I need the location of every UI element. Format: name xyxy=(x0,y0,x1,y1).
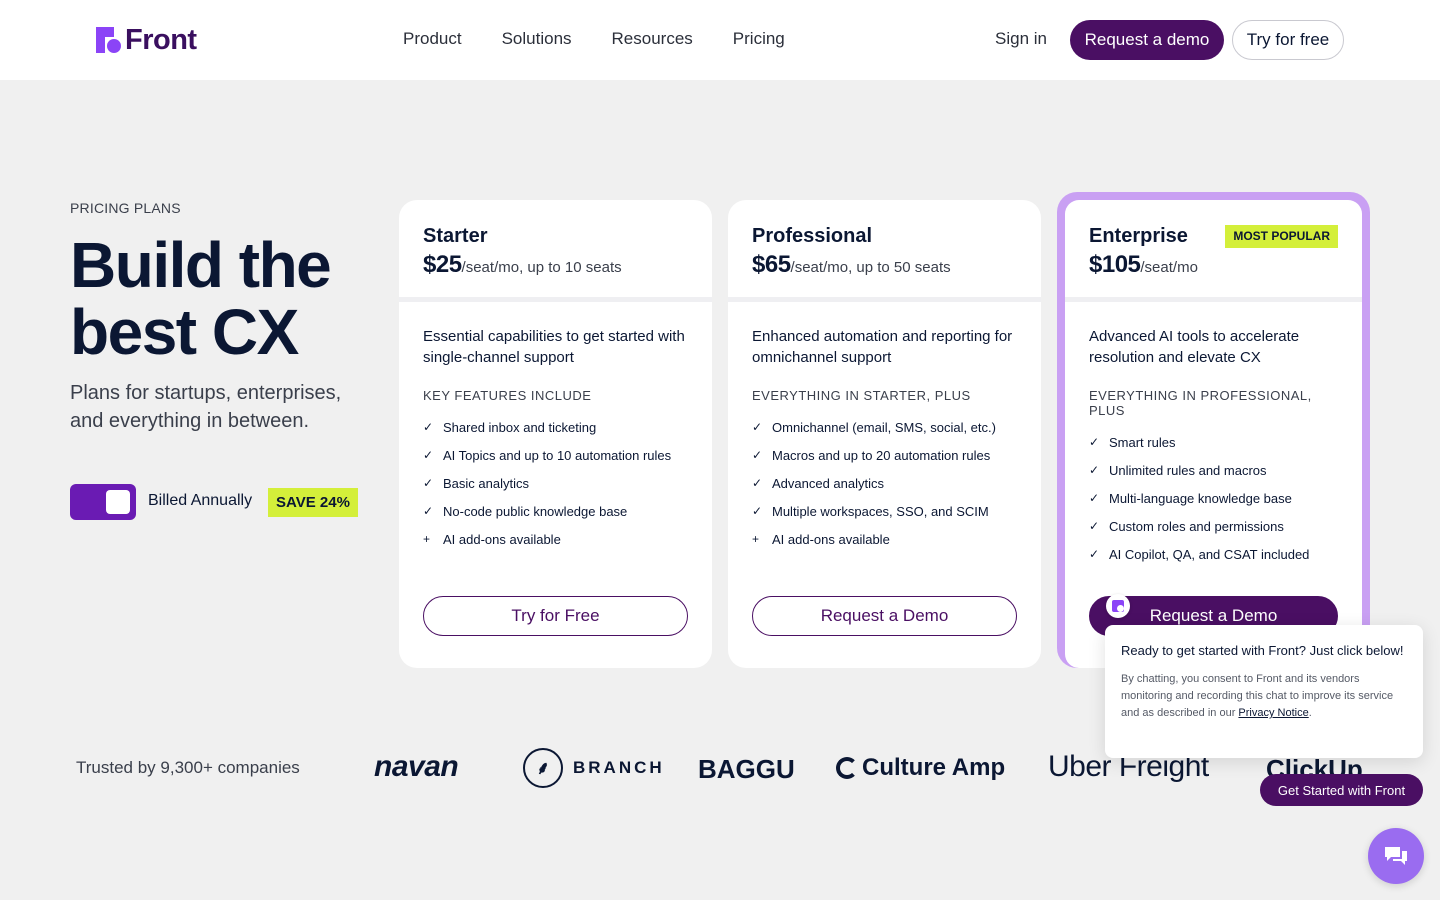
feature-item: ✓ Basic analytics xyxy=(423,475,529,491)
feature-item: ✓ Custom roles and permissions xyxy=(1089,518,1284,534)
feature-list: ✓ Omnichannel (email, SMS, social, etc.) … xyxy=(752,413,1017,553)
navan-logo: navan xyxy=(374,750,459,783)
feature-list: ✓ Smart rules ✓ Unlimited rules and macros… xyxy=(1089,428,1338,568)
culture-amp-logo: Culture Amp xyxy=(836,754,1005,782)
plus-icon: + xyxy=(423,532,431,546)
privacy-notice-link[interactable]: Privacy Notice xyxy=(1238,707,1308,719)
chat-consent: By chatting, you consent to Front and it… xyxy=(1121,673,1394,719)
feature-item: ✓ AI Topics and up to 10 automation rules xyxy=(423,447,672,463)
chat-popup: Ready to get started with Front? Just cl… xyxy=(1105,625,1423,758)
save-badge: SAVE 24% xyxy=(268,488,358,517)
chat-bubbles-icon xyxy=(1385,847,1407,865)
front-logo-icon xyxy=(1112,600,1124,612)
chat-message: Ready to get started with Front? Just cl… xyxy=(1121,643,1404,658)
check-icon: ✓ xyxy=(423,476,434,490)
features-heading: EVERYTHING IN PROFESSIONAL, PLUS xyxy=(1089,388,1312,418)
billing-label: Billed Annually xyxy=(148,492,253,509)
request-demo-button[interactable]: Request a demo xyxy=(1070,20,1224,60)
feature-item: ✓ Unlimited rules and macros xyxy=(1089,462,1267,478)
feature-item: + AI add-ons available xyxy=(423,531,561,547)
chat-avatar xyxy=(1106,594,1130,618)
check-icon: ✓ xyxy=(752,476,763,490)
pricing-eyebrow: PRICING PLANS xyxy=(70,200,181,216)
front-logo[interactable]: Front xyxy=(96,24,197,56)
check-icon: ✓ xyxy=(1089,519,1100,533)
billing-toggle[interactable] xyxy=(70,484,136,520)
sign-in-link[interactable]: Sign in xyxy=(995,28,1047,50)
try-free-button[interactable]: Try for free xyxy=(1232,20,1344,60)
plan-description: Essential capabilities to get started wi… xyxy=(423,328,685,366)
plan-header: Starter $25 /seat/mo, up to 10 seats xyxy=(399,200,712,302)
chat-launcher-button[interactable] xyxy=(1368,828,1424,884)
feature-item: ✓ Shared inbox and ticketing xyxy=(423,419,597,435)
culture-amp-mark-icon xyxy=(836,757,858,779)
plan-header: Enterprise $105 /seat/mo MOST POPULAR xyxy=(1065,200,1362,302)
plan-price: $105 xyxy=(1089,251,1141,278)
front-logo-icon xyxy=(96,27,122,53)
check-icon: ✓ xyxy=(1089,463,1100,477)
check-icon: ✓ xyxy=(752,420,763,434)
plus-icon: + xyxy=(752,532,760,546)
check-icon: ✓ xyxy=(423,504,434,518)
features-heading: EVERYTHING IN STARTER, PLUS xyxy=(752,388,971,403)
nav-links: Product Solutions Resources Pricing xyxy=(403,28,785,50)
feature-item: ✓ AI Copilot, QA, and CSAT included xyxy=(1089,546,1310,562)
plan-name: Professional xyxy=(752,225,873,247)
most-popular-badge: MOST POPULAR xyxy=(1225,225,1338,248)
feature-item: ✓ No-code public knowledge base xyxy=(423,503,628,519)
toggle-knob xyxy=(106,490,130,514)
check-icon: ✓ xyxy=(1089,435,1100,449)
logo-text: Front xyxy=(125,24,197,56)
feature-item: ✓ Smart rules xyxy=(1089,434,1176,450)
plan-description: Advanced AI tools to accelerate resoluti… xyxy=(1089,328,1300,366)
plan-description: Enhanced automation and reporting for om… xyxy=(752,328,1013,366)
baggu-logo: BAGGU xyxy=(698,754,795,784)
feature-item: ✓ Macros and up to 20 automation rules xyxy=(752,447,991,463)
branch-tree-icon: ⸙ xyxy=(523,748,563,788)
check-icon: ✓ xyxy=(423,420,434,434)
plan-price-unit: /seat/mo xyxy=(1140,259,1198,276)
branch-logo: ⸙ BRANCH xyxy=(523,748,665,788)
page-subtitle: Plans for startups, enterprises, and eve… xyxy=(70,382,342,432)
page-title: Build the best CX xyxy=(70,229,332,368)
check-icon: ✓ xyxy=(423,448,434,462)
check-icon: ✓ xyxy=(752,504,763,518)
check-icon: ✓ xyxy=(1089,491,1100,505)
feature-list: ✓ Shared inbox and ticketing ✓ AI Topics a… xyxy=(423,413,688,553)
check-icon: ✓ xyxy=(752,448,763,462)
feature-item: ✓ Multiple workspaces, SSO, and SCIM xyxy=(752,503,989,519)
plan-price: $25 xyxy=(423,251,462,278)
request-demo-professional-button[interactable]: Request a Demo xyxy=(752,596,1017,636)
top-nav: Front Product Solutions Resources Pricin… xyxy=(0,0,1440,80)
feature-item: ✓ Omnichannel (email, SMS, social, etc.) xyxy=(752,419,996,435)
nav-link-pricing[interactable]: Pricing xyxy=(733,28,785,50)
get-started-chat-button[interactable]: Get Started with Front xyxy=(1260,774,1423,806)
plan-price-unit: /seat/mo, up to 10 seats xyxy=(461,259,622,276)
check-icon: ✓ xyxy=(1089,547,1100,561)
feature-item: + AI add-ons available xyxy=(752,531,890,547)
nav-link-resources[interactable]: Resources xyxy=(612,28,693,50)
plan-card-starter: Starter $25 /seat/mo, up to 10 seats Ess… xyxy=(399,200,712,668)
feature-item: ✓ Advanced analytics xyxy=(752,475,885,491)
nav-link-product[interactable]: Product xyxy=(403,28,462,50)
plan-price-unit: /seat/mo, up to 50 seats xyxy=(790,259,951,276)
nav-link-solutions[interactable]: Solutions xyxy=(502,28,572,50)
plan-price: $65 xyxy=(752,251,791,278)
features-heading: KEY FEATURES INCLUDE xyxy=(423,388,592,403)
plan-card-professional: Professional $65 /seat/mo, up to 50 seat… xyxy=(728,200,1041,668)
plan-header: Professional $65 /seat/mo, up to 50 seat… xyxy=(728,200,1041,302)
try-for-free-button[interactable]: Try for Free xyxy=(423,596,688,636)
feature-item: ✓ Multi-language knowledge base xyxy=(1089,490,1292,506)
plan-name: Starter xyxy=(423,225,488,247)
trusted-by-label: Trusted by 9,300+ companies xyxy=(76,758,300,777)
